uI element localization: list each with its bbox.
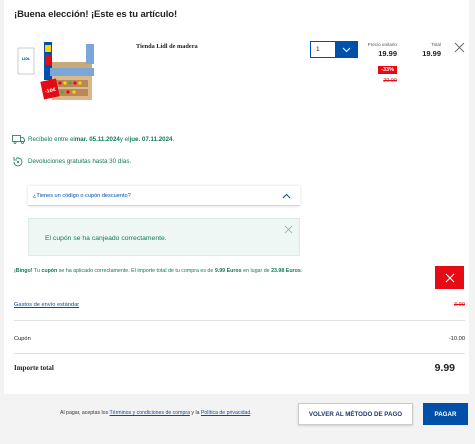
terms-link[interactable]: Términos y condiciones de compra — [110, 410, 190, 416]
grand-total-value: 9.99 — [434, 362, 455, 374]
delivery-middle: y el — [119, 136, 130, 143]
quantity-value: 1 — [316, 46, 320, 53]
returns-text: Devoluciones gratuitas hasta 30 días. — [28, 158, 132, 165]
unit-price: 19.99 — [378, 49, 397, 58]
chevron-down-icon[interactable] — [335, 42, 357, 57]
total-label: Total — [431, 42, 441, 47]
unit-price-column: Precio unitario 19.99 -33% 29.99 — [362, 42, 397, 84]
close-icon — [445, 273, 454, 282]
coupon-value: -10.00 — [448, 336, 465, 342]
coupon-toggle[interactable]: ¿Tienes un código o cupón descuento? — [28, 186, 300, 206]
privacy-link[interactable]: Política de privacidad — [201, 410, 250, 416]
shipping-value: 3.99 — [453, 302, 465, 308]
coupon-success-message: El cupón se ha canjeado correctamente. — [45, 235, 167, 242]
legal-middle: y la — [189, 410, 201, 416]
page-title: ¡Buena elección! ¡Este es tu artículo! — [14, 9, 178, 20]
legal-notice: Al pagar, aceptas los Términos y condici… — [60, 410, 252, 416]
discount-badge: -33% — [378, 66, 397, 74]
bingo-part3: en lugar de — [241, 268, 272, 274]
delivery-date-from: mar. 05.11.2024 — [74, 136, 120, 143]
bingo-part2: se ha aplicado correctamente. El importe… — [57, 268, 215, 274]
discount-confirmation: ¡Bingo! Tu cupón se ha aplicado correcta… — [14, 268, 302, 274]
divider — [14, 320, 465, 321]
pay-button[interactable]: PAGAR — [423, 403, 468, 425]
divider — [14, 353, 465, 354]
legal-prefix: Al pagar, aceptas los — [60, 410, 110, 416]
delivery-prefix: Recíbelo entre el — [28, 136, 75, 143]
total-price-column: Total 19.99 — [416, 42, 441, 58]
product-image-brand: LIDL — [22, 57, 30, 61]
coupon-toggle-label: ¿Tienes un código o cupón descuento? — [33, 193, 131, 199]
coupon-success-alert: El cupón se ha canjeado correctamente. — [28, 218, 300, 256]
bingo-new-total: 9.99 Euros — [214, 268, 242, 274]
return-icon — [13, 156, 23, 166]
unit-price-label: Precio unitario — [367, 42, 397, 47]
quantity-select[interactable]: 1 — [310, 41, 358, 58]
coupon-label: Cupón — [14, 336, 31, 342]
remove-coupon-button[interactable] — [435, 266, 464, 289]
grand-total-label: Importe total — [14, 364, 54, 372]
bingo-coupon-word: cupón — [41, 268, 58, 274]
cart-summary-card: ¡Buena elección! ¡Este es tu artículo! L… — [4, 0, 469, 394]
delivery-estimate: Recíbelo entre el mar. 05.11.2024 y el j… — [12, 135, 175, 144]
close-icon[interactable] — [454, 42, 465, 53]
bingo-old-total: 23.98 Euros — [271, 268, 301, 274]
checkout-page: ¡Buena elección! ¡Este es tu artículo! L… — [0, 0, 475, 444]
shipping-link[interactable]: Gastos de envío estándar — [14, 302, 79, 308]
chevron-up-icon[interactable] — [282, 193, 291, 199]
bingo-lead: ¡Bingo! — [14, 268, 33, 274]
returns-info: Devoluciones gratuitas hasta 30 días. — [13, 156, 132, 166]
bingo-part4: . — [300, 268, 303, 274]
product-name: Tienda Lidl de madera — [136, 43, 198, 50]
back-to-payment-button[interactable]: VOLVER AL MÉTODO DE PAGO — [298, 403, 413, 425]
product-image: LIDL -10€ — [16, 38, 100, 110]
item-total: 19.99 — [422, 49, 441, 58]
delivery-date-to: jue. 07.11.2024 — [129, 136, 173, 143]
close-icon[interactable] — [284, 225, 293, 234]
legal-suffix: . — [250, 410, 252, 416]
truck-icon — [12, 135, 25, 144]
delivery-suffix: . — [172, 136, 175, 143]
old-price: 29.99 — [383, 78, 397, 84]
